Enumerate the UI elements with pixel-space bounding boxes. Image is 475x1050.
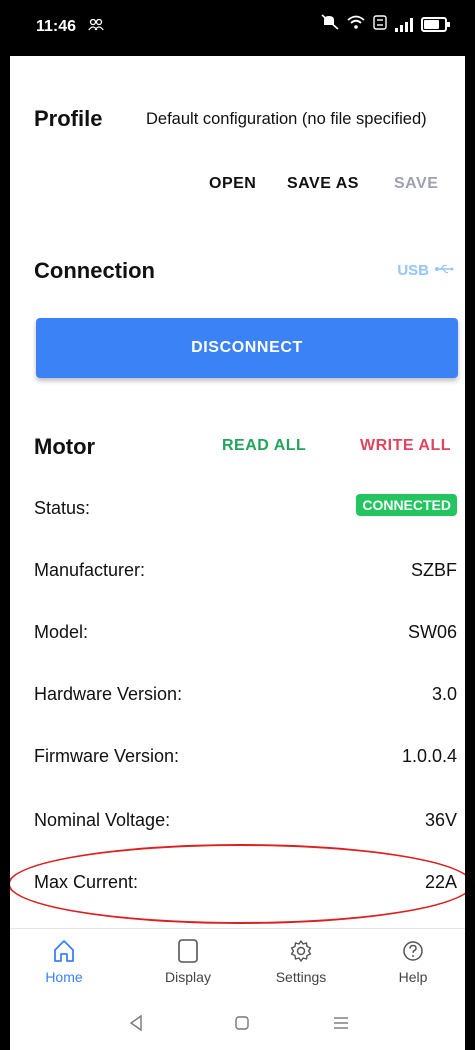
connection-title: Connection [34, 258, 155, 283]
profile-description: Default configuration (no file specified… [146, 110, 427, 128]
gear-icon [289, 937, 313, 965]
write-all-button[interactable]: WRITE ALL [360, 437, 451, 455]
signal-icon [395, 17, 413, 32]
nav-home-label: Home [45, 969, 83, 985]
read-all-button[interactable]: READ ALL [222, 437, 306, 455]
help-icon [401, 937, 425, 965]
status-time: 11:46 [36, 18, 77, 35]
model-value: SW06 [407, 622, 457, 642]
bottom-navigation: Home Display Settings Help [10, 928, 465, 999]
nav-settings-label: Settings [275, 969, 327, 985]
nominal-voltage-value: 36V [424, 810, 457, 830]
nav-help-label: Help [398, 969, 428, 985]
system-navigation [10, 998, 465, 1050]
nav-settings[interactable]: Settings [251, 929, 351, 999]
battery-icon [421, 17, 450, 32]
status-badge: CONNECTED [356, 494, 457, 516]
nav-display[interactable]: Display [138, 929, 238, 999]
home-icon [52, 937, 76, 965]
app-screen: 11:46 Profile Default configuration (no … [10, 0, 465, 1050]
nav-display-label: Display [165, 969, 211, 985]
usb-icon [435, 261, 455, 279]
save-as-button[interactable]: SAVE AS [287, 175, 359, 193]
display-icon [176, 937, 200, 965]
usb-indicator: USB [397, 261, 455, 279]
hardware-version-label: Hardware Version: [34, 684, 183, 704]
nominal-voltage-label: Nominal Voltage: [34, 810, 171, 830]
manufacturer-value: SZBF [410, 560, 457, 580]
status-bar: 11:46 [10, 0, 465, 56]
recent-apps-icon[interactable] [332, 1016, 350, 1035]
profile-title: Profile [34, 106, 103, 131]
save-button[interactable]: SAVE [394, 175, 438, 193]
usb-label: USB [397, 261, 429, 279]
status-label: Status: [34, 498, 91, 518]
motor-title: Motor [34, 434, 96, 459]
volte-icon [373, 14, 387, 35]
mute-icon [321, 14, 339, 35]
model-label: Model: [34, 622, 89, 642]
wifi-icon [347, 15, 365, 35]
status-icons [321, 14, 450, 35]
back-icon[interactable] [128, 1014, 144, 1037]
nav-help[interactable]: Help [363, 929, 463, 999]
people-icon [88, 18, 104, 34]
manufacturer-label: Manufacturer: [34, 560, 146, 580]
home-button-icon[interactable] [234, 1015, 250, 1036]
hardware-version-value: 3.0 [431, 684, 457, 704]
nav-home[interactable]: Home [14, 929, 114, 999]
firmware-version-label: Firmware Version: [34, 746, 180, 766]
open-button[interactable]: OPEN [209, 175, 256, 193]
firmware-version-value: 1.0.0.4 [401, 746, 457, 766]
annotation-ellipse [10, 844, 465, 924]
disconnect-button[interactable]: DISCONNECT [36, 318, 458, 378]
